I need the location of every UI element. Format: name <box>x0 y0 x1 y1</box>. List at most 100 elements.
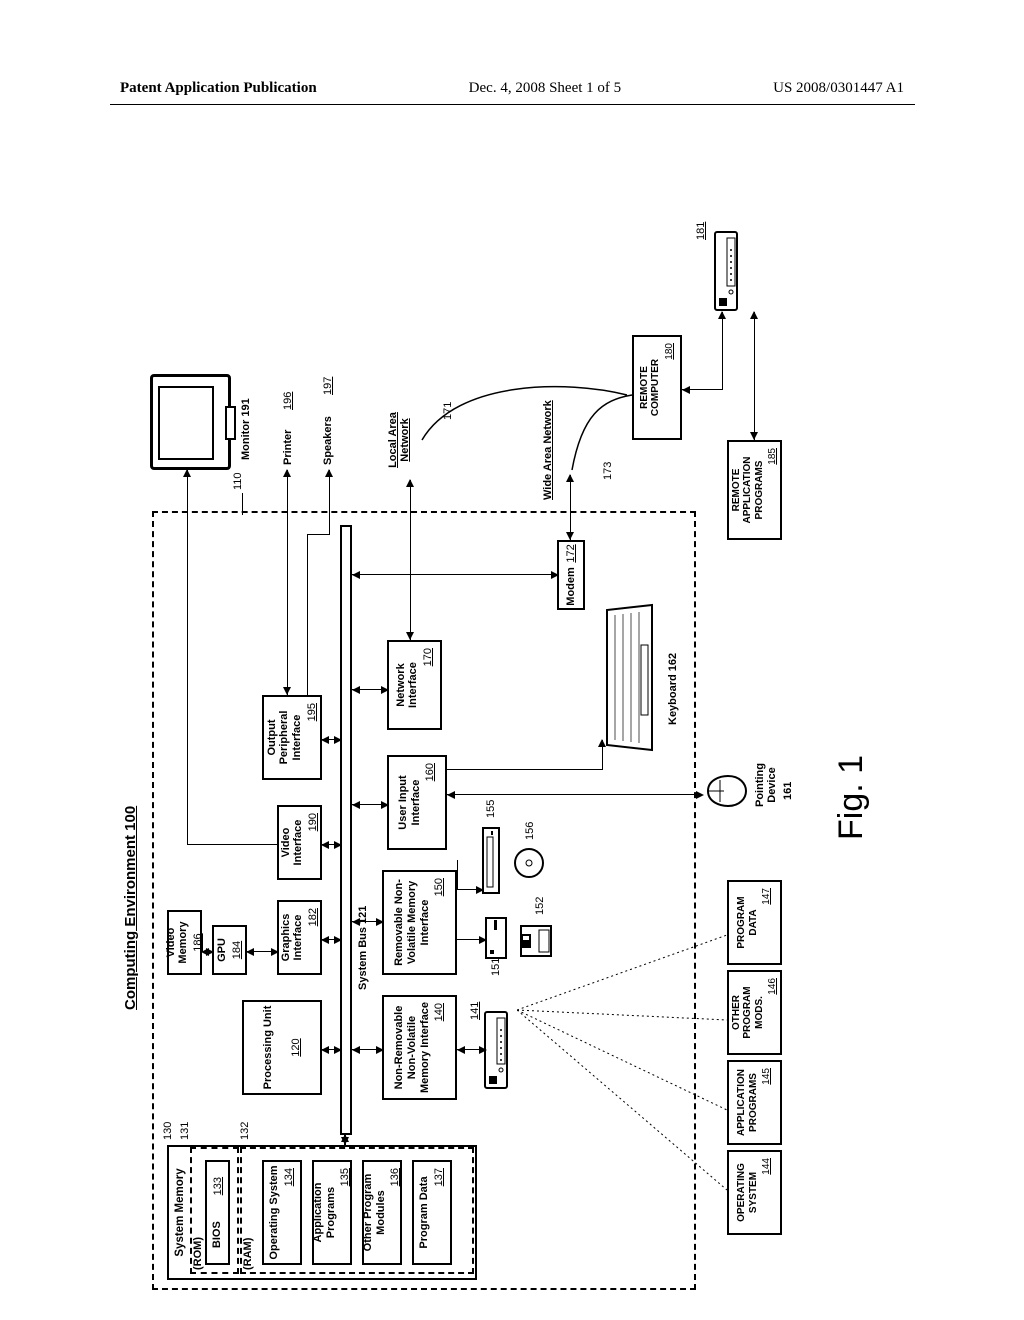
keyboard-label: Keyboard 162 <box>667 653 679 725</box>
app-label: Application Programs <box>312 1164 337 1261</box>
arrow-optical-d <box>476 886 484 894</box>
rnv-interface-box: Removable Non-Volatile Memory Interface … <box>382 870 457 975</box>
keyboard-icon <box>597 600 667 755</box>
speakers-label: Speakers <box>322 416 334 465</box>
printer-label: Printer <box>282 430 294 465</box>
bios-box: BIOS 133 <box>205 1160 230 1265</box>
arrow-speakers <box>325 469 333 477</box>
arrow-vid-u <box>321 841 329 849</box>
hdd-other-ref: 146 <box>767 978 779 995</box>
arrow-uii-d <box>381 801 389 809</box>
arrow-modem-u <box>352 571 360 579</box>
ref-110: 110 <box>232 472 244 490</box>
ref-181: 181 <box>695 222 707 240</box>
arrow-uii-u <box>352 801 360 809</box>
graphics-interface-box: Graphics Interface 182 <box>277 900 322 975</box>
wire-vid-monitor-v <box>187 844 277 845</box>
arrow-lan-r <box>406 479 414 487</box>
hdd-app-label: APPLICATION PROGRAMS <box>736 1064 759 1141</box>
video-memory-label: Video Memory <box>165 914 190 971</box>
nif-ref: 170 <box>422 648 435 666</box>
ref-130: 130 <box>162 1122 174 1140</box>
processing-unit-ref: 120 <box>290 1038 303 1056</box>
ref-131: 131 <box>179 1122 191 1140</box>
remote-computer-box: REMOTE COMPUTER 180 <box>632 335 682 440</box>
ref-151: 151 <box>490 958 502 976</box>
other-mods-label: Other Program Modules <box>362 1164 387 1261</box>
optical-drive-icon <box>477 820 507 895</box>
graphics-interface-ref: 182 <box>307 908 320 926</box>
arrow-vid-d <box>334 841 342 849</box>
video-interface-box: Video Interface 190 <box>277 805 322 880</box>
hdd-os-ref: 144 <box>761 1158 773 1175</box>
arrow-lan-l <box>406 632 414 640</box>
uii-label: User Input Interface <box>397 759 422 846</box>
wire-vid-monitor-h <box>187 805 188 845</box>
monitor-base <box>225 406 236 440</box>
wire-opi-speakers-h2 <box>329 470 330 535</box>
ref-132: 132 <box>239 1122 251 1140</box>
lan-label: Local Area Network <box>387 400 411 480</box>
wire-lan <box>410 480 411 640</box>
opi-ref: 195 <box>306 703 319 721</box>
arrow-nif-d <box>381 686 389 694</box>
modem-ref: 172 <box>565 544 578 562</box>
wire-opi-speakers-v <box>307 534 329 535</box>
wan-label: Wide Area Network <box>542 380 554 500</box>
processing-unit-label: Processing Unit <box>262 1006 275 1090</box>
pdata-label: Program Data <box>418 1176 431 1248</box>
system-memory-title: System Memory <box>174 1168 187 1256</box>
wire-uii-kbd-v <box>447 769 602 770</box>
mouse-ref: 161 <box>782 782 794 800</box>
monitor-label: Monitor 191 <box>240 398 252 460</box>
modem-label: Modem <box>565 567 578 606</box>
video-interface-ref: 190 <box>307 813 320 831</box>
ram-label: (RAM) <box>242 1238 254 1270</box>
wire-rnv-optical2 <box>457 860 458 890</box>
arrow-wan-r <box>566 474 574 482</box>
hdd-os-label: OPERATING SYSTEM <box>736 1154 759 1231</box>
remote-app-programs-box: REMOTE APPLICATION PROGRAMS 185 <box>727 440 782 540</box>
arrow-nrnv-u <box>352 1046 360 1054</box>
opi-label: Output Peripheral Interface <box>266 699 304 776</box>
arrow-bus-l <box>341 1134 349 1142</box>
ref-155: 155 <box>485 800 497 818</box>
hdd-pdata-ref: 147 <box>761 888 773 905</box>
arrow-rap-l <box>750 432 758 440</box>
graphics-interface-label: Graphics Interface <box>280 904 305 971</box>
arrow-nif-u <box>352 686 360 694</box>
processing-unit-box: Processing Unit 120 <box>242 1000 322 1095</box>
wire-opi-printer <box>287 470 288 695</box>
header-rule <box>110 104 915 105</box>
nrnv-interface-box: Non-Removable Non-Volatile Memory Interf… <box>382 995 457 1100</box>
monitor-screen <box>158 386 214 460</box>
arrow-cpu-d <box>334 1046 342 1054</box>
app-box: Application Programs 135 <box>312 1160 352 1265</box>
arrow-remote-u <box>682 386 690 394</box>
network-interface-box: Network Interface 170 <box>387 640 442 730</box>
wan-curve <box>562 365 642 475</box>
arrow-hdd-d <box>479 1046 487 1054</box>
arrow-mouse-d <box>696 791 704 799</box>
mouse-label: Pointing Device <box>754 750 778 820</box>
arrow-floppy-d <box>479 936 487 944</box>
header-right: US 2008/0301447 A1 <box>773 80 904 97</box>
arrow-opi-d <box>334 736 342 744</box>
arrow-rnv-d <box>376 918 384 926</box>
nrnv-label: Non-Removable Non-Volatile Memory Interf… <box>393 999 431 1096</box>
arrow-gpu-u <box>246 948 254 956</box>
hdd-os-box: OPERATING SYSTEM 144 <box>727 1150 782 1235</box>
bios-ref: 133 <box>212 1177 225 1195</box>
ref-141: 141 <box>469 1002 481 1020</box>
figure-label: Fig. 1 <box>832 755 871 840</box>
arrow-opi-u <box>321 736 329 744</box>
printer-ref: 196 <box>282 392 294 410</box>
arrow-kbd-r <box>598 739 606 747</box>
mouse-icon <box>702 772 750 810</box>
page-header: Patent Application Publication Dec. 4, 2… <box>0 80 1024 97</box>
rnv-label: Removable Non-Volatile Memory Interface <box>393 874 431 971</box>
hdd-pdata-label: PROGRAM DATA <box>736 884 759 961</box>
arrow-printer-l <box>283 687 291 695</box>
hdd-other-label: OTHER PROGRAM MODS. <box>731 974 766 1051</box>
video-memory-box: Video Memory 186 <box>167 910 202 975</box>
